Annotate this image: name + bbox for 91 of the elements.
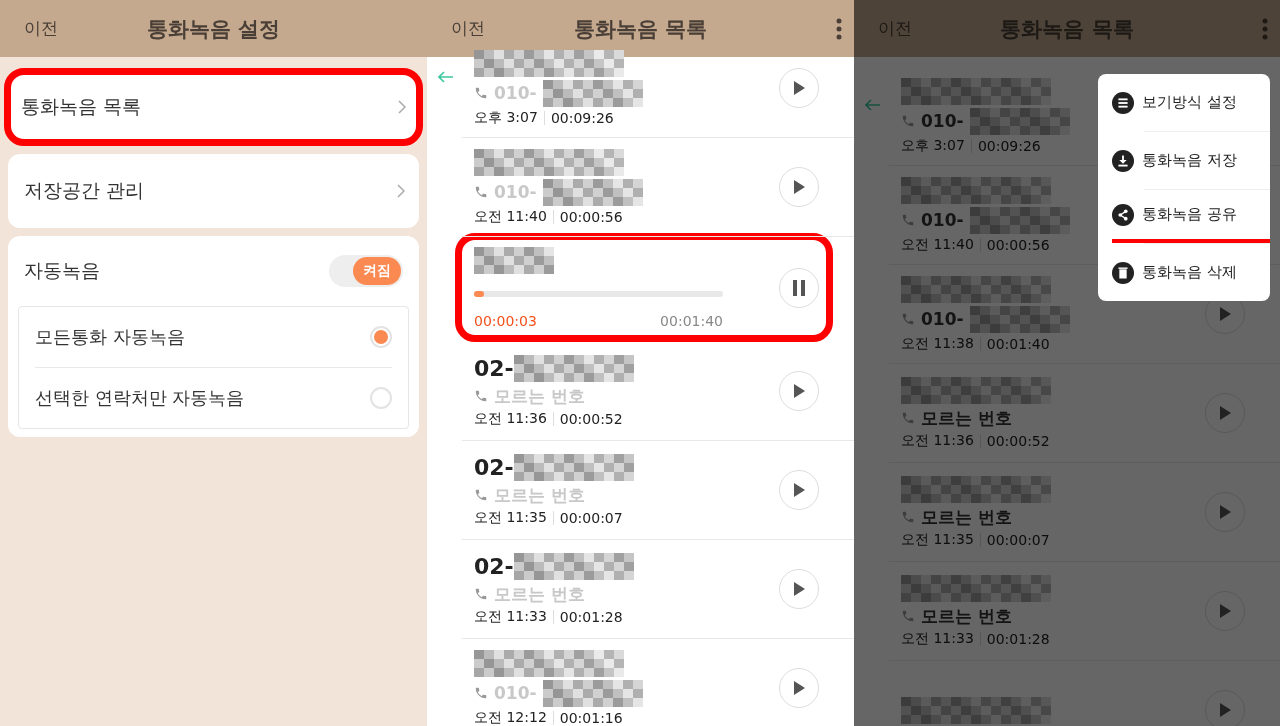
call-time: 오전 11:36: [474, 409, 547, 428]
total-time: 00:01:40: [660, 312, 723, 329]
pause-icon: [793, 279, 805, 296]
play-icon: [1219, 604, 1231, 618]
phone-number-prefix: 02-: [474, 356, 514, 381]
phone-icon: [901, 312, 915, 326]
phone-icon: [901, 213, 915, 227]
screen-title: 통화녹음 설정: [146, 15, 281, 43]
play-icon: [793, 180, 805, 194]
call-time: 오전 11:33: [474, 607, 547, 626]
play-icon: [793, 384, 805, 398]
phone-icon: [474, 185, 488, 199]
phone-number-prefix: 02-: [474, 455, 514, 480]
radio-button[interactable]: [370, 387, 392, 409]
call-duration: 00:00:52: [559, 410, 623, 427]
toggle-knob: 켜짐: [353, 257, 401, 285]
play-icon: [793, 582, 805, 596]
phone-number-prefix: 02-: [474, 554, 514, 579]
call-duration: 00:09:26: [977, 137, 1041, 154]
call-duration: 00:00:52: [986, 432, 1050, 449]
call-duration: 00:01:16: [559, 709, 623, 726]
call-time: 오전 11:35: [474, 508, 547, 527]
call-duration: 00:01:40: [986, 335, 1050, 352]
play-icon: [793, 681, 805, 695]
phone-icon: [474, 86, 488, 100]
call-time: 오전 11:40: [474, 207, 547, 226]
play-button[interactable]: [779, 167, 819, 207]
call-time: 오전 11:33: [901, 629, 974, 648]
chevron-right-icon: [398, 100, 406, 114]
back-button[interactable]: 이전: [24, 17, 58, 40]
option-label: 선택한 연락처만 자동녹음: [35, 386, 245, 410]
play-icon: [1219, 406, 1231, 420]
play-button[interactable]: [779, 569, 819, 609]
menu-item[interactable]: 통화녹음 삭제: [1112, 244, 1270, 301]
phone-number: 모르는 번호: [921, 406, 1012, 430]
phone-icon: [474, 488, 488, 502]
call-duration: 00:00:56: [986, 236, 1050, 253]
call-time: 오전 11:40: [901, 235, 974, 254]
play-button[interactable]: [779, 68, 819, 108]
back-button[interactable]: 이전: [451, 17, 485, 40]
phone-number: 010-: [921, 111, 964, 131]
phone-number: 010-: [921, 210, 964, 230]
play-icon: [793, 81, 805, 95]
download-icon: [1112, 149, 1134, 172]
menu-item[interactable]: 통화녹음 저장: [1112, 132, 1270, 189]
phone-number: 010-: [921, 309, 964, 329]
play-button[interactable]: [779, 668, 819, 708]
phone-icon: [474, 389, 488, 403]
menu-card[interactable]: 통화녹음 목록: [4, 68, 423, 146]
play-icon: [1219, 307, 1231, 321]
call-time: 오전 11:36: [901, 431, 974, 450]
call-duration: 00:01:28: [559, 608, 623, 625]
elapsed-time: 00:00:03: [474, 312, 537, 329]
playing-recording[interactable]: 00:00:03 00:01:40: [455, 233, 833, 342]
menu-label: 저장공간 관리: [24, 178, 145, 203]
radio-button[interactable]: [370, 326, 392, 348]
menu-item[interactable]: 보기방식 설정: [1112, 74, 1270, 131]
call-time: 오전 11:38: [901, 334, 974, 353]
call-time: 오전 11:35: [901, 530, 974, 549]
phone-icon: [901, 609, 915, 623]
phone-icon: [474, 587, 488, 601]
share-icon: [1112, 203, 1134, 226]
menu-label: 통화녹음 목록: [21, 94, 142, 119]
option-label: 모든통화 자동녹음: [35, 325, 185, 349]
phone-number: 모르는 번호: [921, 505, 1012, 529]
screen-title: 통화녹음 목록: [573, 15, 708, 43]
chevron-right-icon: [397, 184, 405, 198]
call-duration: 00:00:07: [986, 531, 1050, 548]
more-menu-icon[interactable]: [836, 17, 842, 40]
phone-icon: [901, 114, 915, 128]
play-button[interactable]: [779, 470, 819, 510]
call-duration: 00:09:26: [550, 109, 614, 126]
call-duration: 00:01:28: [986, 630, 1050, 647]
list-view-icon: [1112, 91, 1134, 114]
pause-button[interactable]: [779, 267, 819, 308]
auto-record-label: 자동녹음: [24, 258, 100, 283]
play-icon: [793, 483, 805, 497]
menu-card[interactable]: 저장공간 관리: [8, 154, 419, 228]
play-button[interactable]: [779, 371, 819, 411]
phone-icon: [901, 510, 915, 524]
call-duration: 00:00:07: [559, 509, 623, 526]
play-icon: [1219, 505, 1231, 519]
trash-icon: [1112, 261, 1134, 284]
phone-number: 모르는 번호: [921, 604, 1012, 628]
call-time: 오전 12:12: [474, 708, 547, 726]
call-time: 오후 3:07: [474, 108, 538, 127]
call-duration: 00:00:56: [559, 208, 623, 225]
call-time: 오후 3:07: [901, 136, 965, 155]
phone-icon: [901, 411, 915, 425]
play-icon: [1219, 703, 1231, 717]
phone-icon: [474, 686, 488, 700]
